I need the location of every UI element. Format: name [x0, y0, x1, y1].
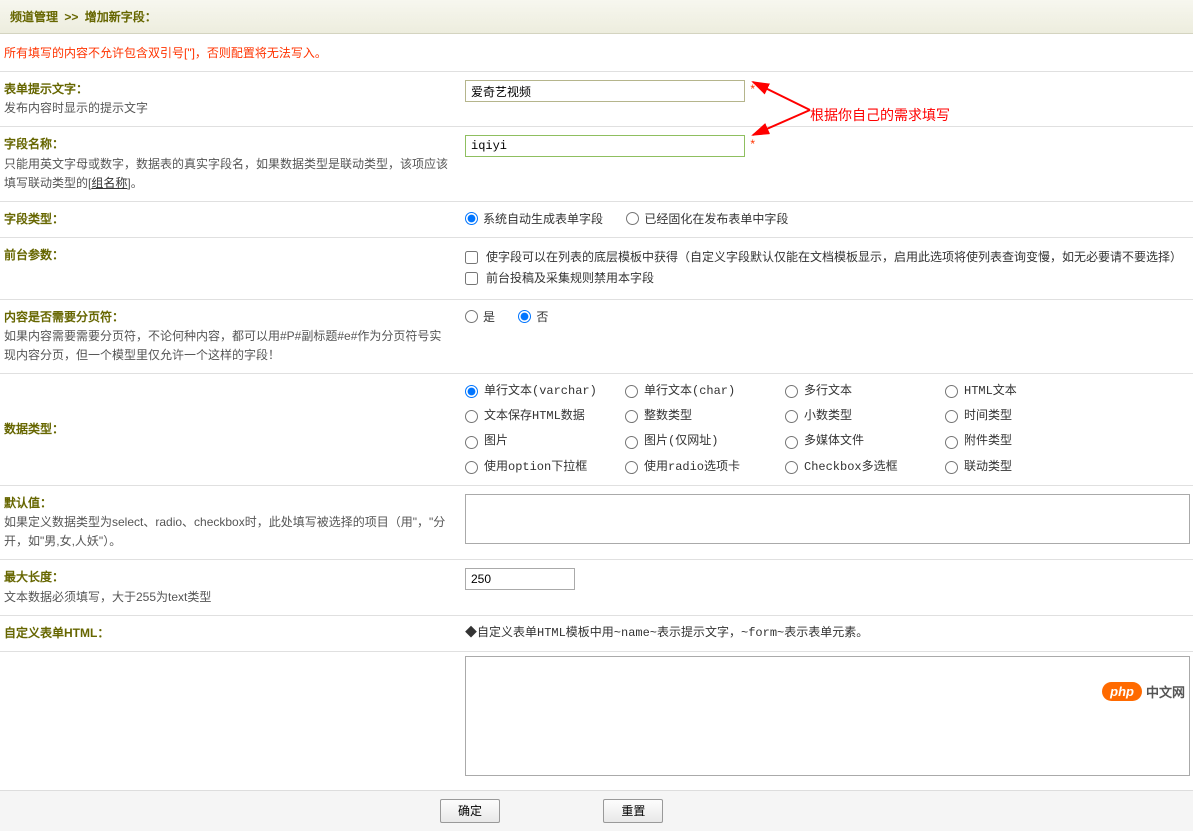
required-star: * [750, 137, 755, 151]
default-value-textarea[interactable] [465, 494, 1190, 544]
label-custom-html: 自定义表单HTML： [4, 626, 109, 640]
label-default-value: 默认值： [4, 494, 449, 513]
checkbox-disable-front[interactable] [465, 272, 478, 285]
radio-no[interactable]: 否 [518, 310, 548, 324]
dtype-image[interactable]: 图片 [465, 432, 625, 451]
checkbox-list-template-label: 使字段可以在列表的底层模板中获得（自定义字段默认仅能在文档模板显示，启用此选项将… [486, 248, 1182, 267]
dtype-attachment[interactable]: 附件类型 [945, 432, 1105, 451]
prompt-text-input[interactable] [465, 80, 745, 102]
php-logo-text: 中文网 [1146, 682, 1185, 701]
php-pill: php [1102, 682, 1142, 701]
form-table: 表单提示文字： 发布内容时显示的提示文字 * 字段名称： 只能用英文字母或数字，… [0, 72, 1193, 790]
dtype-text-html[interactable]: 文本保存HTML数据 [465, 407, 625, 426]
field-name-input[interactable] [465, 135, 745, 157]
dtype-multiline[interactable]: 多行文本 [785, 382, 945, 401]
label-front-params: 前台参数： [4, 248, 64, 262]
dtype-media[interactable]: 多媒体文件 [785, 432, 945, 451]
dtype-varchar[interactable]: 单行文本(varchar) [465, 382, 625, 401]
php-cn-logo: php 中文网 [1102, 682, 1185, 701]
checkbox-list-template[interactable] [465, 251, 478, 264]
label-field-desc-a: 只能用英文字母或数字，数据表的真实字段名，如果数据类型是联动类型，该项应该填写联… [4, 157, 448, 190]
max-length-input[interactable] [465, 568, 575, 590]
custom-html-hint: ◆自定义表单HTML模板中用~name~表示提示文字，~form~表示表单元素。 [465, 626, 868, 640]
label-field-name: 字段名称： [4, 135, 449, 154]
breadcrumb-current: 增加新字段： [85, 10, 157, 24]
group-name-link[interactable]: 组名称 [91, 176, 127, 190]
radio-fixed-form-input[interactable] [626, 212, 639, 225]
dtype-image-url[interactable]: 图片(仅网址) [625, 432, 785, 451]
radio-auto-generate-input[interactable] [465, 212, 478, 225]
breadcrumb-header: 频道管理 >> 增加新字段： [0, 0, 1193, 34]
footer-bar: 确定 重置 [0, 790, 1193, 831]
label-pagination-desc: 如果内容需要需要分页符，不论何种内容，都可以用#P#副标题#e#作为分页符号实现… [4, 327, 449, 365]
ok-button[interactable]: 确定 [440, 799, 500, 823]
warning-text: 所有填写的内容不允许包含双引号["]，否则配置将无法写入。 [0, 34, 1193, 72]
label-prompt-desc: 发布内容时显示的提示文字 [4, 99, 449, 118]
dtype-radio[interactable]: 使用radio选项卡 [625, 458, 785, 477]
breadcrumb-root[interactable]: 频道管理 [10, 10, 58, 24]
reset-button[interactable]: 重置 [603, 799, 663, 823]
radio-no-input[interactable] [518, 310, 531, 323]
dtype-checkbox[interactable]: Checkbox多选框 [785, 458, 945, 477]
label-pagination: 内容是否需要分页符： [4, 308, 449, 327]
dtype-int[interactable]: 整数类型 [625, 407, 785, 426]
required-star: * [750, 82, 755, 96]
label-default-desc: 如果定义数据类型为select、radio、checkbox时，此处填写被选择的… [4, 513, 449, 551]
label-max-length-desc: 文本数据必须填写，大于255为text类型 [4, 588, 449, 607]
dtype-linkage[interactable]: 联动类型 [945, 458, 1105, 477]
custom-html-textarea[interactable] [465, 656, 1190, 776]
label-field-type: 字段类型： [4, 212, 64, 226]
dtype-char[interactable]: 单行文本(char) [625, 382, 785, 401]
data-type-grid: 单行文本(varchar) 单行文本(char) 多行文本 HTML文本 文本保… [465, 382, 1190, 477]
label-field-desc-b: ]。 [127, 176, 142, 190]
label-data-type: 数据类型： [4, 422, 64, 436]
radio-fixed-form[interactable]: 已经固化在发布表单中字段 [626, 212, 788, 226]
breadcrumb-sep: >> [64, 10, 78, 24]
radio-auto-generate[interactable]: 系统自动生成表单字段 [465, 212, 603, 226]
label-max-length: 最大长度： [4, 568, 449, 587]
radio-yes[interactable]: 是 [465, 310, 495, 324]
dtype-htmltext[interactable]: HTML文本 [945, 382, 1105, 401]
dtype-option[interactable]: 使用option下拉框 [465, 458, 625, 477]
dtype-time[interactable]: 时间类型 [945, 407, 1105, 426]
dtype-float[interactable]: 小数类型 [785, 407, 945, 426]
checkbox-disable-front-label: 前台投稿及采集规则禁用本字段 [486, 269, 654, 288]
radio-yes-input[interactable] [465, 310, 478, 323]
label-prompt-text: 表单提示文字： [4, 80, 449, 99]
